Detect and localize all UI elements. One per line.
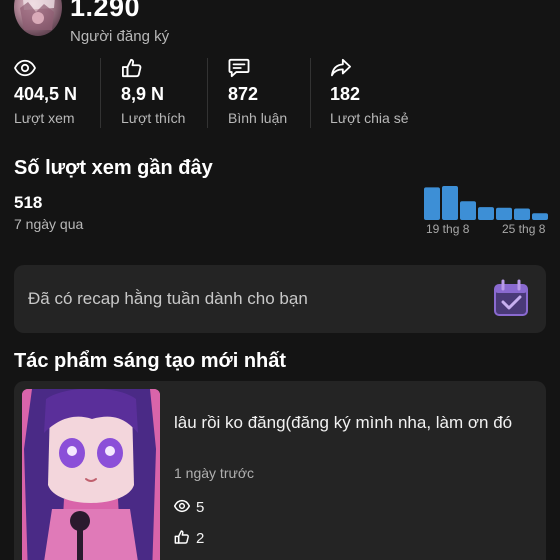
video-views: 5 <box>174 498 204 518</box>
chart-bar <box>460 201 476 220</box>
comment-icon <box>228 58 250 78</box>
eye-icon <box>174 498 190 514</box>
chart-bar <box>532 213 548 220</box>
weekly-recap-card[interactable]: Đã có recap hằng tuần dành cho bạn <box>14 265 546 333</box>
divider <box>207 58 208 128</box>
avatar[interactable] <box>14 0 62 36</box>
stat-views-value: 404,5 N <box>14 84 78 104</box>
video-views-value: 5 <box>196 499 205 516</box>
video-title[interactable]: lâu rồi ko đăng(đăng ký mình nha, làm ơn… <box>174 411 534 435</box>
chart-bar <box>478 207 494 220</box>
chart-bar <box>424 187 440 220</box>
thumbs-up-icon <box>174 529 190 545</box>
recent-views-chart-svg <box>424 186 548 220</box>
video-likes-value: 2 <box>196 530 205 547</box>
video-thumbnail[interactable] <box>22 389 160 560</box>
stat-comments-value: 872 <box>228 84 259 104</box>
chart-tick-start: 19 thg 8 <box>426 222 470 236</box>
stat-likes-value: 8,9 N <box>121 84 165 104</box>
thumbs-up-icon <box>121 58 143 78</box>
recent-views-count: 518 <box>14 193 43 212</box>
stat-shares-label: Lượt chia sẻ <box>330 110 409 126</box>
new-works-title: Tác phẩm sáng tạo mới nhất <box>14 350 287 372</box>
chart-bar <box>496 207 512 220</box>
recent-views-period: 7 ngày qua <box>14 216 84 232</box>
stat-likes-label: Lượt thích <box>121 110 186 126</box>
video-card[interactable]: lâu rồi ko đăng(đăng ký mình nha, làm ơn… <box>14 381 546 560</box>
eye-icon <box>14 58 36 78</box>
followers-count: 1.290 <box>70 0 141 22</box>
chart-bar <box>514 208 530 220</box>
stat-views-label: Lượt xem <box>14 110 75 126</box>
divider <box>100 58 101 128</box>
followers-label: Người đăng ký <box>70 28 170 45</box>
video-likes: 2 <box>174 529 204 549</box>
stat-comments-label: Bình luận <box>228 110 288 126</box>
weekly-recap-text: Đã có recap hằng tuần dành cho bạn <box>28 289 308 308</box>
share-icon <box>330 58 352 78</box>
divider <box>310 58 311 128</box>
channel-analytics-screen: 1.290 Người đăng ký 404,5 N Lượt xem 8,9… <box>0 0 560 560</box>
chart-bar <box>442 186 458 220</box>
recent-views-title: Số lượt xem gần đây <box>14 157 213 179</box>
calendar-check-icon <box>492 279 532 319</box>
video-posted-time: 1 ngày trước <box>174 465 255 481</box>
stat-shares-value: 182 <box>330 84 361 104</box>
chart-tick-end: 25 thg 8 <box>502 222 546 236</box>
stats-row: 404,5 N Lượt xem 8,9 N Lượt thích 872 Bì… <box>0 56 560 132</box>
recent-views-chart[interactable] <box>424 186 548 220</box>
